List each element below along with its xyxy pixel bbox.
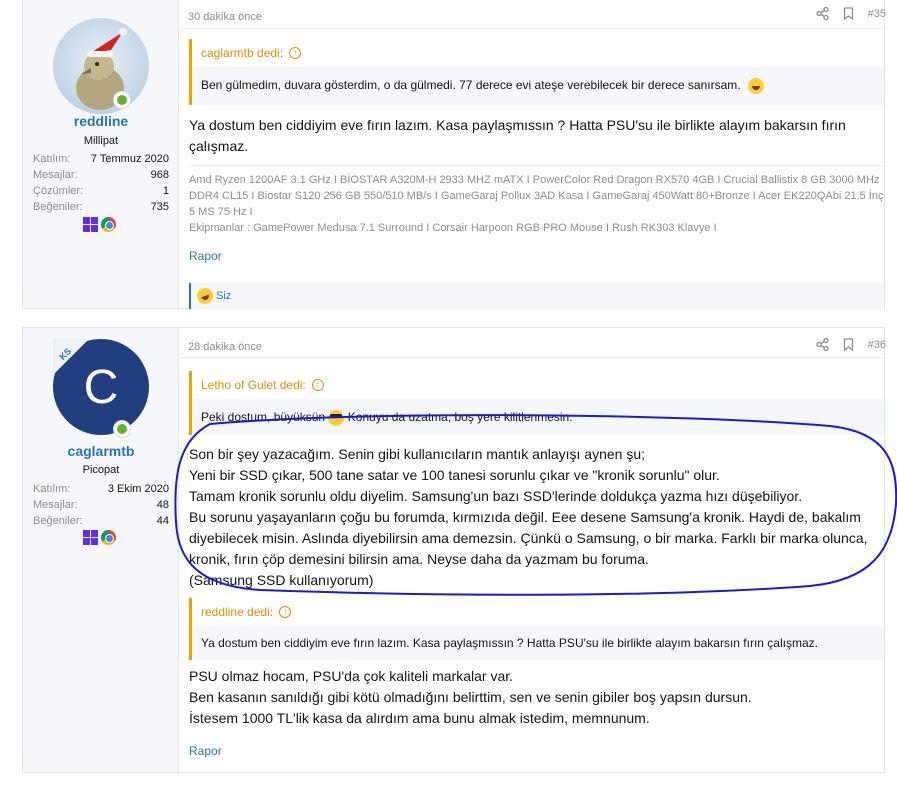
quote-text: Ben gülmedim, duvara gösterdim, o da gül… (192, 67, 884, 102)
stat-label: Mesajlar: (33, 499, 78, 511)
body-line: (Samsung SSD kullanıyorum) (189, 572, 374, 588)
reactions-bar[interactable]: Siz (189, 283, 884, 309)
post-main: 28 dakika önce #36 Letho of Gulet dedi: … (180, 328, 886, 772)
jump-to-quote-icon[interactable]: ↑ (289, 47, 302, 59)
stat-value: 968 (150, 169, 169, 181)
stat-solutions: Çözümler: 1 (33, 183, 169, 199)
stat-messages: Mesajlar: 48 (33, 497, 169, 513)
quote-header[interactable]: Letho of Gulet dedi: ↑ (192, 371, 884, 399)
user-title: Millipat (83, 135, 119, 147)
sunglasses-emoji-icon (328, 409, 345, 426)
badge-icon (53, 339, 89, 375)
bookmark-icon[interactable] (843, 338, 854, 351)
post-actions: #35 (815, 7, 886, 20)
quote-text: Peki dostum, büyüksün Konuyu da uzatma, … (192, 399, 884, 434)
platform-icons (83, 217, 116, 232)
stat-value: 735 (150, 201, 169, 213)
username[interactable]: reddline (23, 113, 179, 129)
online-status-icon (113, 420, 131, 438)
user-title: Picopat (82, 464, 120, 476)
stat-likes: Beğeniler: 44 (33, 513, 169, 529)
quote-text-end: Konuyu da uzatma, boş yere kilitlenmesin… (347, 410, 573, 424)
stat-label: Katılım: (33, 483, 71, 495)
quote-text-start: Peki dostum, büyüksün (201, 410, 326, 424)
body-line: PSU olmaz hocam, PSU'da çok kaliteli mar… (189, 668, 514, 684)
laugh-reaction-icon (194, 285, 216, 307)
post-body-part1: Son bir şey yazacağım. Senin gibi kullan… (189, 444, 874, 591)
avatar[interactable] (53, 18, 149, 114)
jump-to-quote-icon[interactable]: ↑ (311, 379, 324, 391)
signature-line: Amd Ryzen 1200AF 3.1 GHz I BİOSTAR A320M… (189, 174, 884, 218)
quote-author[interactable]: caglarmtb dedi: (201, 39, 283, 67)
quote-text: Ya dostum ben ciddiyim eve fırın lazım. … (201, 636, 818, 650)
post-body-part2: PSU olmaz hocam, PSU'da çok kaliteli mar… (189, 666, 874, 729)
report-link[interactable]: Rapor (189, 249, 222, 263)
username[interactable]: caglarmtb (23, 443, 179, 459)
post-body: Ya dostum ben ciddiyim eve fırın lazım. … (189, 117, 846, 154)
signature-line: Ekipmanlar : GamePower Medusa 7.1 Surrou… (189, 222, 717, 234)
stat-joined: Katılım: 7 Temmuz 2020 (33, 151, 169, 167)
stat-messages: Mesajlar: 968 (33, 167, 169, 183)
reaction-users[interactable]: Siz (216, 290, 231, 302)
user-stats: Katılım: 7 Temmuz 2020 Mesajlar: 968 Çözüm… (33, 151, 169, 215)
stat-label: Mesajlar: (33, 169, 78, 181)
post-main: 30 dakika önce #35 caglarmtb dedi: ↑ Ben… (180, 0, 886, 309)
body-line: Ben kasanın sanıldığı gibi kötü olmadığı… (189, 689, 752, 705)
stat-likes: Beğeniler: 735 (33, 199, 169, 215)
body-line: Bu sorunu yaşayanların çoğu bu forumda, … (189, 509, 868, 567)
post-number[interactable]: #36 (868, 339, 886, 351)
share-icon[interactable] (815, 338, 829, 351)
user-sidebar: C KS caglarmtb Picopat Katılım: 3 Ekim 20… (23, 328, 179, 772)
chrome-icon (101, 217, 116, 232)
stat-value: 48 (156, 499, 169, 511)
post-number[interactable]: #35 (868, 8, 886, 20)
signature: Amd Ryzen 1200AF 3.1 GHz I BİOSTAR A320M… (189, 165, 884, 236)
stat-label: Katılım: (33, 153, 71, 165)
quote-block: caglarmtb dedi: ↑ Ben gülmedim, duvara g… (189, 39, 884, 105)
right-gutter (885, 0, 897, 785)
post-time[interactable]: 28 dakika önce (188, 341, 262, 353)
left-gutter (0, 0, 22, 785)
online-status-icon (113, 91, 131, 109)
quote-block: reddline dedi: ↑ Ya dostum ben ciddiyim … (189, 598, 884, 660)
quote-header[interactable]: caglarmtb dedi: ↑ (192, 39, 884, 67)
quote-block: Letho of Gulet dedi: ↑ Peki dostum, büyü… (189, 371, 884, 435)
post-36: C KS caglarmtb Picopat Katılım: 3 Ekim 20… (22, 327, 886, 773)
post-header: 28 dakika önce #36 (180, 328, 886, 358)
user-sidebar: reddline Millipat Katılım: 7 Temmuz 2020 … (23, 0, 179, 308)
post-35: reddline Millipat Katılım: 7 Temmuz 2020 … (22, 0, 886, 309)
report-link[interactable]: Rapor (189, 744, 222, 758)
stat-value: 44 (156, 515, 169, 527)
body-line: Son bir şey yazacağım. Senin gibi kullan… (189, 446, 646, 462)
post-time[interactable]: 30 dakika önce (188, 11, 262, 23)
quote-author[interactable]: Letho of Gulet dedi: (201, 371, 306, 399)
duckling-avatar-image (53, 18, 149, 114)
stat-value: 3 Ekim 2020 (107, 483, 169, 495)
platform-icons (83, 530, 116, 545)
forum-thread-page: reddline Millipat Katılım: 7 Temmuz 2020 … (0, 0, 897, 785)
jump-to-quote-icon[interactable]: ↑ (279, 606, 292, 618)
grin-emoji-icon (747, 77, 764, 94)
user-stats: Katılım: 3 Ekim 2020 Mesajlar: 48 Beğenile… (33, 481, 169, 529)
windows-icon (83, 530, 98, 545)
body-line: Tamam kronik sorunlu oldu diyelim. Samsu… (189, 488, 803, 504)
stat-joined: Katılım: 3 Ekim 2020 (33, 481, 169, 497)
share-icon[interactable] (815, 7, 829, 20)
quote-text-content: Ben gülmedim, duvara gösterdim, o da gül… (201, 78, 741, 92)
body-line: İstesem 1000 TL'lik kasa da alırdım ama … (189, 710, 650, 726)
chrome-icon (101, 530, 116, 545)
bookmark-icon[interactable] (843, 7, 854, 20)
stat-label: Beğeniler: (33, 515, 83, 527)
quote-author[interactable]: reddline dedi: (201, 598, 273, 626)
stat-value: 7 Temmuz 2020 (90, 153, 169, 165)
stat-label: Beğeniler: (33, 201, 83, 213)
stat-label: Çözümler: (33, 185, 84, 197)
post-actions: #36 (815, 338, 886, 351)
windows-icon (83, 217, 98, 232)
stat-value: 1 (162, 185, 169, 197)
post-header: 30 dakika önce #35 (180, 0, 886, 29)
quote-header[interactable]: reddline dedi: ↑ (192, 598, 884, 626)
body-line: Yeni bir SSD çıkar, 500 tane satar ve 10… (189, 467, 720, 483)
